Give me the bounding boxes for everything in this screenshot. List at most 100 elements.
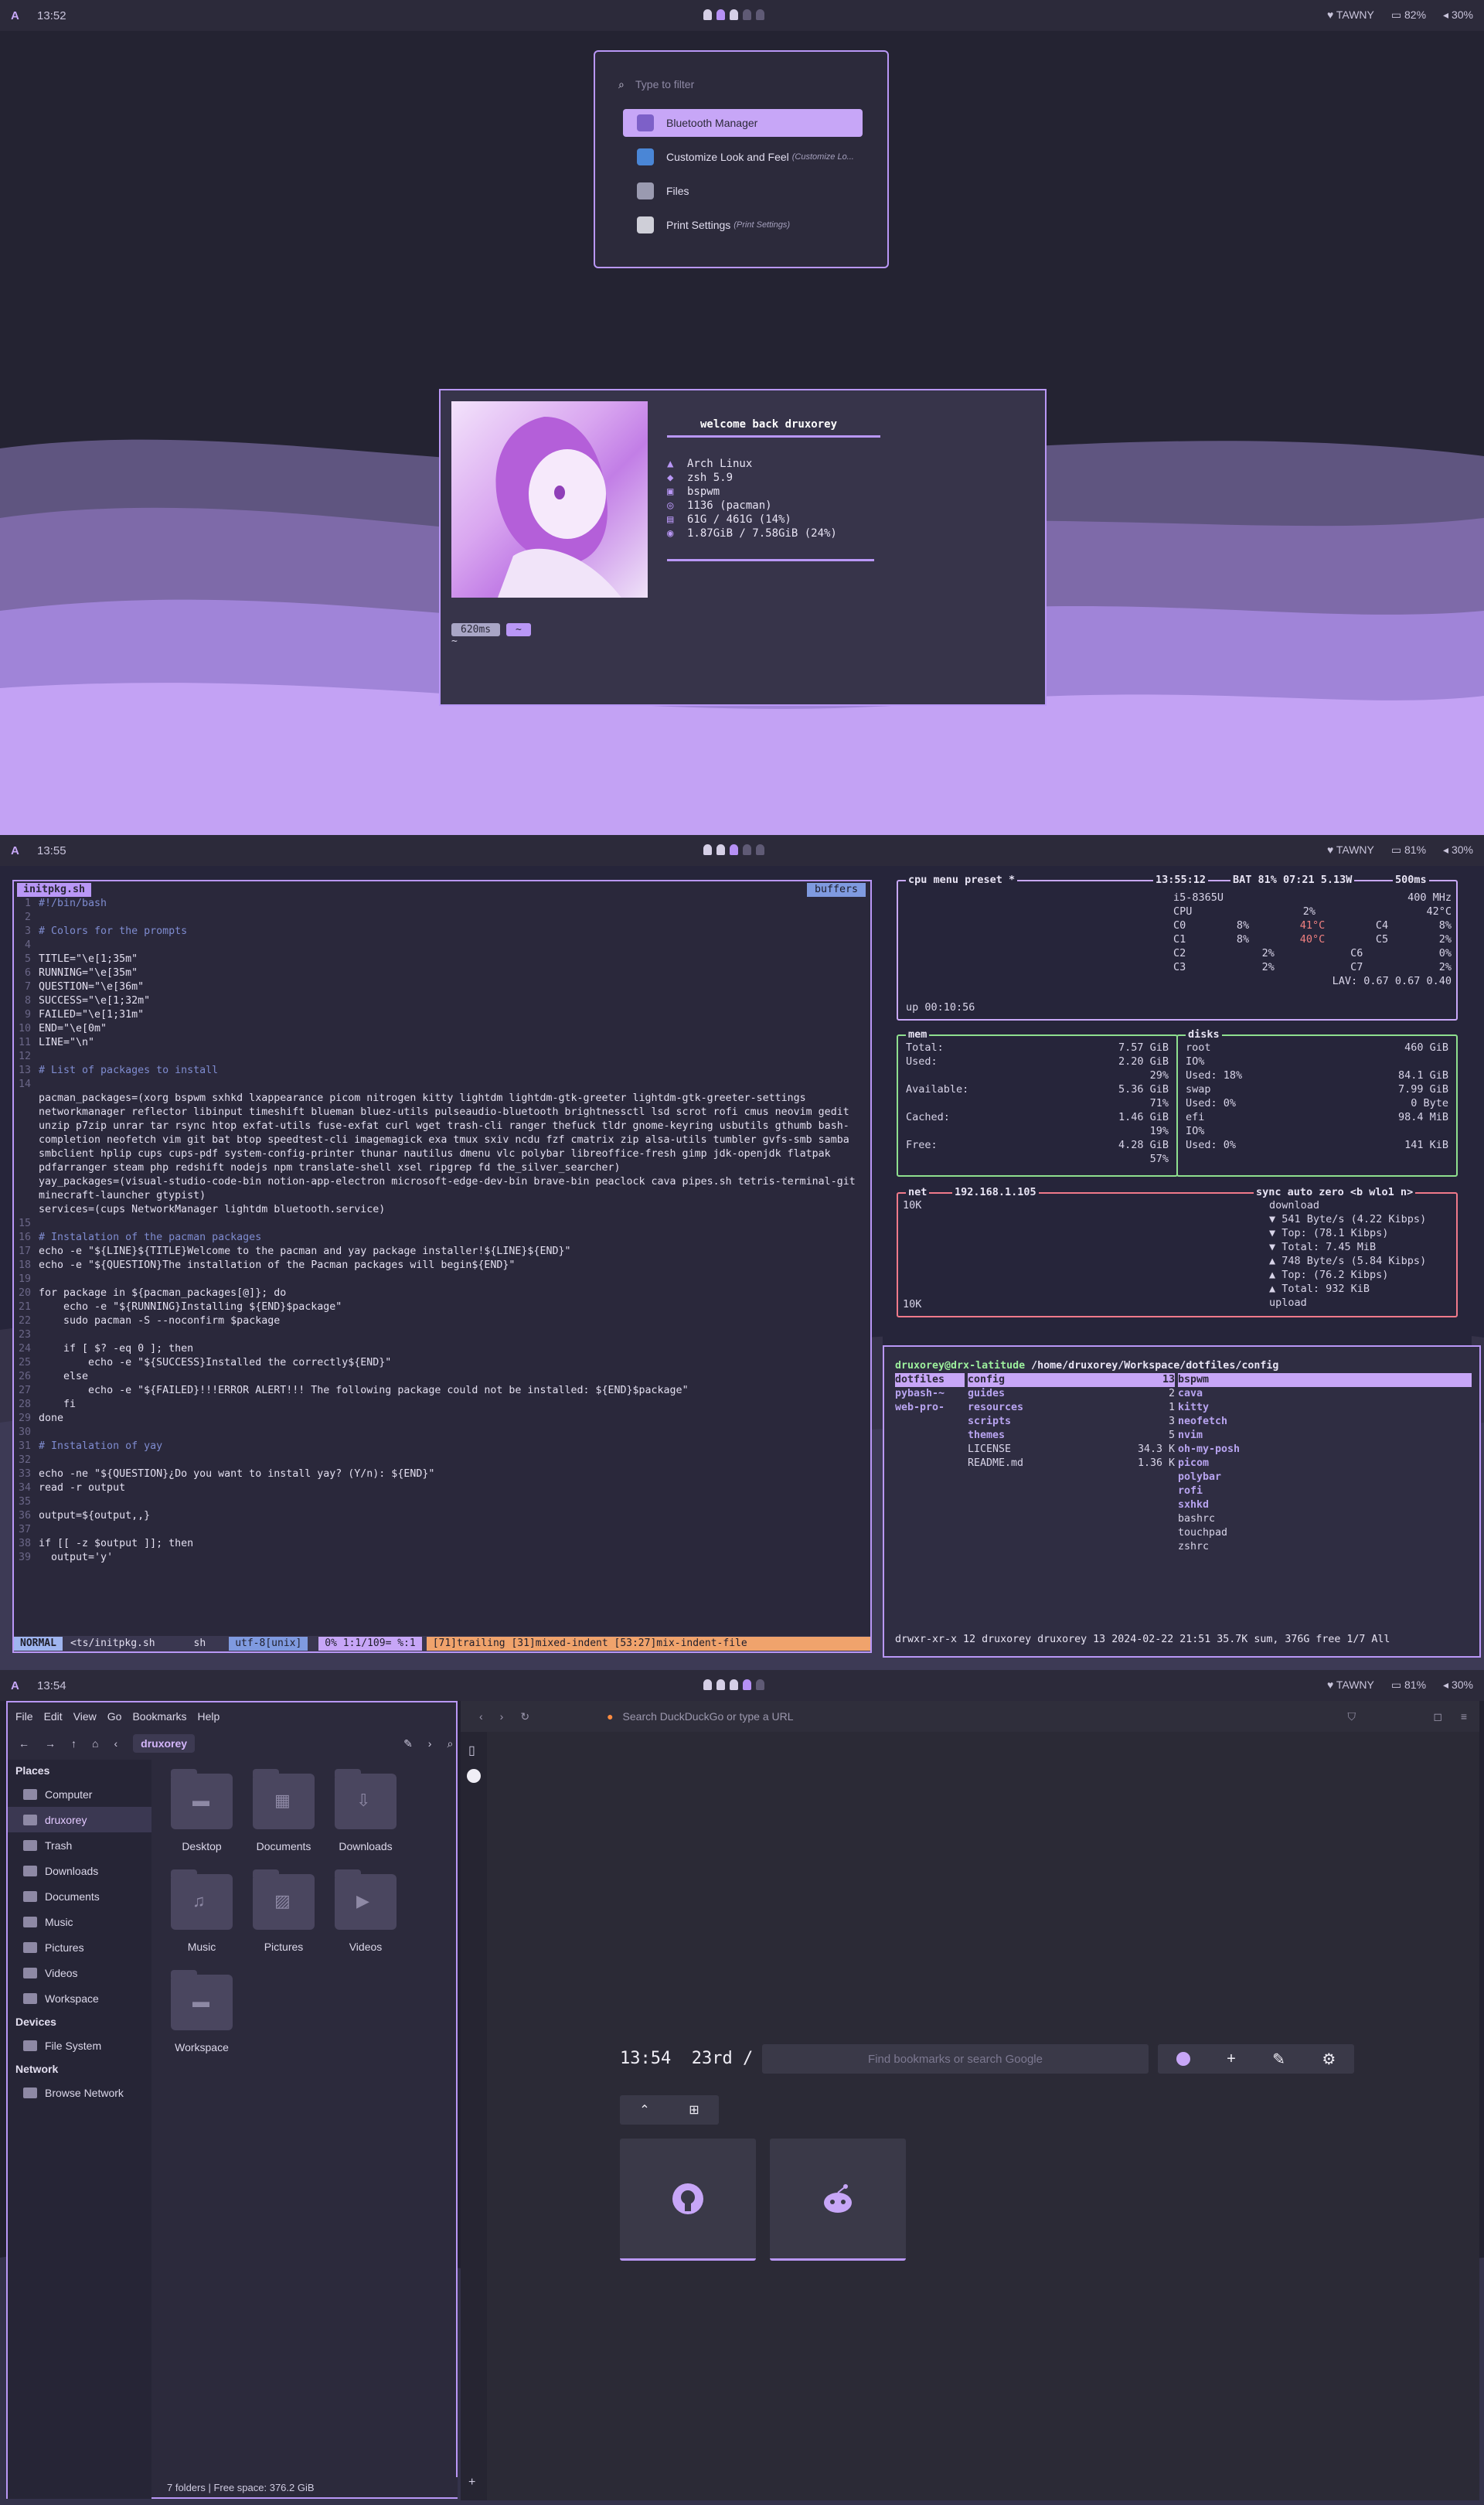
folder-item[interactable]: ♫ Music	[167, 1869, 237, 1953]
workspace-2-icon[interactable]	[716, 1679, 725, 1690]
code-line[interactable]: 36 output=${output,,}	[14, 1509, 870, 1523]
ranger-entry[interactable]: dotfiles	[895, 1373, 965, 1387]
ranger-preview-entry[interactable]: bashrc	[1178, 1512, 1472, 1526]
code-line[interactable]: 23	[14, 1328, 870, 1342]
ranger-parent-column[interactable]: dotfiles pybash-~ web-pro-	[895, 1373, 965, 1415]
sidebar-item[interactable]: Pictures	[8, 1934, 151, 1960]
add-panel-icon[interactable]	[467, 1769, 481, 1783]
up-icon[interactable]: ↑	[71, 1737, 77, 1750]
ranger-preview-entry[interactable]: picom	[1178, 1457, 1472, 1471]
wifi-status[interactable]: ♥ TAWNY	[1327, 9, 1374, 22]
code-line[interactable]: yay_packages=(visual-studio-code-bin not…	[14, 1175, 870, 1203]
gear-icon[interactable]: ⚙	[1322, 2050, 1336, 2069]
code-line[interactable]: 19	[14, 1273, 870, 1287]
code-line[interactable]: 32	[14, 1454, 870, 1467]
ranger-preview-entry[interactable]: kitty	[1178, 1401, 1472, 1415]
code-line[interactable]: 38 if [[ -z $output ]]; then	[14, 1537, 870, 1551]
ranger-preview-entry[interactable]: zshrc	[1178, 1540, 1472, 1554]
launcher-item-bluetooth[interactable]: Bluetooth Manager	[623, 109, 863, 137]
code-line[interactable]: 25 echo -e "${SUCCESS}Installed the corr…	[14, 1356, 870, 1370]
code-line[interactable]: services=(cups NetworkManager lightdm bl…	[14, 1203, 870, 1217]
ranger-current-column[interactable]: config 13 guides 2 resources 1 scripts 3 themes 5…	[968, 1373, 1175, 1471]
ranger-entry[interactable]: themes 5	[968, 1429, 1175, 1443]
refresh-rate[interactable]: 500ms	[1393, 873, 1429, 887]
menu-item[interactable]: Help	[198, 1710, 220, 1723]
menu-item[interactable]: Bookmarks	[132, 1710, 186, 1723]
code-line[interactable]: 24 if [ $? -eq 0 ]; then	[14, 1342, 870, 1356]
ranger-preview-entry[interactable]: cava	[1178, 1387, 1472, 1401]
ranger-preview-entry[interactable]: neofetch	[1178, 1415, 1472, 1429]
code-line[interactable]: 37	[14, 1523, 870, 1537]
workspace-1-icon[interactable]	[703, 844, 712, 855]
ranger-preview-entry[interactable]: touchpad	[1178, 1526, 1472, 1540]
code-line[interactable]: 5 TITLE="\e[1;35m"	[14, 953, 870, 966]
ranger-entry[interactable]: guides 2	[968, 1387, 1175, 1401]
code-line[interactable]: 20 for package in ${pacman_packages[@]}; …	[14, 1287, 870, 1300]
code-line[interactable]: 12	[14, 1050, 870, 1064]
menu-item[interactable]: File	[15, 1710, 33, 1723]
ranger-preview-column[interactable]: bspwm cava kitty neofetch nvim oh-my-posh pico…	[1178, 1373, 1472, 1554]
volume-status[interactable]: ◂ 30%	[1443, 1679, 1473, 1692]
code-line[interactable]: 10 END="\e[0m"	[14, 1022, 870, 1036]
code-line[interactable]: 35	[14, 1495, 870, 1509]
workspace-3-icon[interactable]	[730, 9, 738, 20]
workspace-4-icon[interactable]	[743, 844, 751, 855]
menu-icon[interactable]: ≡	[1461, 1710, 1467, 1723]
code-lines[interactable]: 1 #!/bin/bash 2 3 # Colors for the prompts 4 5…	[14, 897, 870, 1565]
code-line[interactable]: 1 #!/bin/bash	[14, 897, 870, 911]
menu-item[interactable]: Go	[107, 1710, 122, 1723]
code-line[interactable]: 16 # Instalation of the pacman packages	[14, 1231, 870, 1245]
workspace-2-icon[interactable]	[716, 9, 725, 20]
back-icon[interactable]: ←	[19, 1737, 29, 1750]
arch-logo-icon[interactable]: A	[11, 9, 26, 22]
ranger-preview-entry[interactable]: oh-my-posh	[1178, 1443, 1472, 1457]
filter-input[interactable]: Type to filter	[635, 78, 694, 90]
code-line[interactable]: 39 output='y'	[14, 1551, 870, 1565]
code-line[interactable]: 17 echo -e "${LINE}${TITLE}Welcome to the…	[14, 1245, 870, 1259]
wifi-status[interactable]: ♥ TAWNY	[1327, 844, 1374, 857]
launcher-item-files[interactable]: Files	[623, 177, 863, 205]
code-line[interactable]: 9 FAILED="\e[1;31m"	[14, 1008, 870, 1022]
edit-icon[interactable]: ✎	[1272, 2050, 1285, 2069]
sidebar-item[interactable]: Computer	[8, 1781, 151, 1807]
search-icon[interactable]: ⌕	[447, 1737, 453, 1750]
code-line[interactable]: 8 SUCCESS="\e[1;32m"	[14, 994, 870, 1008]
ranger-entry[interactable]: config 13	[968, 1373, 1175, 1387]
theme-icon[interactable]	[1176, 2052, 1190, 2066]
sidebar-item[interactable]: Downloads	[8, 1858, 151, 1883]
ranger-file-manager[interactable]: druxorey@drx-latitude /home/druxorey/Wor…	[883, 1345, 1481, 1658]
sidebar-item[interactable]: Videos	[8, 1960, 151, 1985]
code-line[interactable]: 6 RUNNING="\e[35m"	[14, 966, 870, 980]
ranger-entry[interactable]: web-pro-	[895, 1401, 965, 1415]
terminal-neofetch[interactable]: welcome back druxorey ▲ Arch Linux ◆ zsh 5…	[439, 389, 1047, 706]
folder-item[interactable]: ⇩ Downloads	[331, 1769, 400, 1852]
code-line[interactable]: 18 echo -e "${QUESTION}The installation o…	[14, 1259, 870, 1273]
workspace-3-icon[interactable]	[730, 844, 738, 855]
ranger-entry[interactable]: pybash-~	[895, 1387, 965, 1401]
code-line[interactable]: pacman_packages=(xorg bspwm sxhkd lxappe…	[14, 1092, 870, 1175]
workspace-5-icon[interactable]	[756, 9, 764, 20]
code-line[interactable]: 14	[14, 1078, 870, 1092]
ranger-entry[interactable]: LICENSE 34.3 K	[968, 1443, 1175, 1457]
chevron-up-icon[interactable]: ⌃	[639, 2102, 649, 2118]
shield-icon[interactable]: ⛉	[1348, 1710, 1356, 1723]
add-icon[interactable]: +	[1227, 2050, 1236, 2068]
folder-item[interactable]: ▦ Documents	[249, 1769, 318, 1852]
arch-logo-icon[interactable]: A	[11, 844, 26, 857]
sidebar-item[interactable]: Browse Network	[8, 2080, 151, 2105]
workspace-4-icon[interactable]	[743, 1679, 751, 1690]
ranger-preview-entry[interactable]: nvim	[1178, 1429, 1472, 1443]
workspace-1-icon[interactable]	[703, 9, 712, 20]
ranger-preview-entry[interactable]: bspwm	[1178, 1373, 1472, 1387]
volume-status[interactable]: ◂ 30%	[1443, 844, 1473, 857]
code-line[interactable]: 7 QUESTION="\e[36m"	[14, 980, 870, 994]
code-line[interactable]: 34 read -r output	[14, 1481, 870, 1495]
code-line[interactable]: 27 echo -e "${FAILED}!!!ERROR ALERT!!! T…	[14, 1384, 870, 1398]
code-line[interactable]: 26 else	[14, 1370, 870, 1384]
sidebar-item[interactable]: Documents	[8, 1883, 151, 1909]
add-folder-icon[interactable]: ⊞	[689, 2102, 699, 2118]
volume-status[interactable]: ◂ 30%	[1443, 9, 1473, 22]
chevron-left-icon[interactable]: ‹	[114, 1737, 117, 1750]
home-icon[interactable]: ⌂	[92, 1737, 98, 1750]
folder-item[interactable]: ▨ Pictures	[249, 1869, 318, 1953]
